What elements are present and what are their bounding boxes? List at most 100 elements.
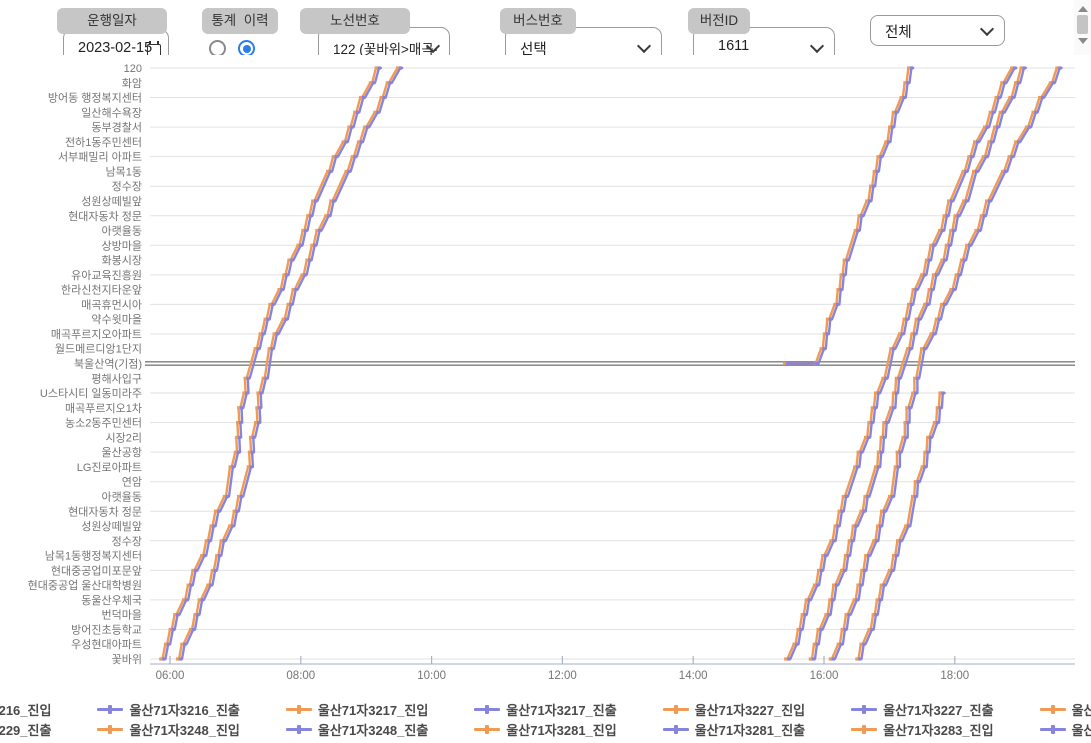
filter-select[interactable]: 전체 xyxy=(870,15,1005,46)
y-axis-stop-label: 동부경찰서 xyxy=(91,121,142,134)
legend-item-label: 울산71자3283_진입 xyxy=(883,720,993,739)
x-axis-tick-label: 06:00 xyxy=(156,670,185,682)
y-axis-stop-label: 우성현대아파트 xyxy=(71,638,142,651)
legend-item[interactable]: 울산71자3248_진입 xyxy=(97,720,239,739)
y-axis-stop-label: 성원상떼빌앞 xyxy=(81,195,142,208)
toolbar-scrollbar[interactable] xyxy=(1074,0,1091,55)
y-axis-stop-label: 방어진초등학교 xyxy=(71,623,142,636)
y-axis-stop-label: 농소2동주민센터 xyxy=(65,417,142,430)
y-axis-stop-label: 꽃바위 xyxy=(112,653,142,666)
legend-line-marker-icon xyxy=(474,708,500,711)
y-axis-stop-label: 울산공항 xyxy=(102,446,142,459)
legend-item[interactable]: 울산71자3216_진입 xyxy=(0,700,51,719)
legend-item-label: 울산71자3248_진입 xyxy=(129,720,239,739)
bus-trajectory-chart: 120화암방어동 행정복지센터일산해수욕장동부경찰서전하1동주민센터서부패밀리 … xyxy=(0,55,1091,700)
y-axis-stop-label: 현대중공업 울산대학병원 xyxy=(28,579,142,592)
legend-line-marker-icon xyxy=(1040,708,1066,711)
bus-field-label: 버스번호 xyxy=(500,8,576,34)
y-axis-stop-label: 약수윗마을 xyxy=(91,312,142,326)
legend-line-marker-icon xyxy=(851,728,877,731)
legend-item[interactable]: 울산71자3283_진입 xyxy=(851,720,993,739)
legend-line-marker-icon xyxy=(286,708,312,711)
radio-statistics[interactable] xyxy=(209,40,226,55)
legend-row: 울산71자3229_진출 울산71자3248_진입 울산71자3248_진출 울산71… xyxy=(0,720,1091,738)
legend-item-label: 울산71자3227_진출 xyxy=(883,700,993,719)
y-axis-stop-label: 월드메르디앙1단지 xyxy=(55,343,142,356)
scroll-down-icon[interactable] xyxy=(1078,38,1088,44)
legend-item[interactable]: 울산71자3227_진출 xyxy=(851,700,993,719)
chevron-down-icon xyxy=(810,39,824,53)
legend-item-label: 울산71자3229_진입 xyxy=(1072,700,1091,719)
mode-option-statistics-label: 통계 xyxy=(211,13,236,28)
y-axis-stop-label: 120 xyxy=(124,63,142,75)
y-axis-stop-label: 현대자동차 정문 xyxy=(68,505,142,518)
y-axis-stop-label: 서부패밀리 아파트 xyxy=(58,151,142,164)
legend-item-label: 울산71자3216_진출 xyxy=(129,700,239,719)
y-axis-stop-label: 매곡휴먼시아 xyxy=(81,298,142,311)
filter-toolbar: 운행일자 2023-02-15 통계 이력 노선번호 122 (꽃바위>매곡· … xyxy=(0,0,1091,55)
scroll-up-icon[interactable] xyxy=(1078,6,1088,12)
legend-item-label: 울산71자3227_진입 xyxy=(695,700,805,719)
route-field-label: 노선번호 xyxy=(300,8,410,34)
legend-item[interactable]: 울산71자3248_진출 xyxy=(286,720,428,739)
y-axis-stop-label: 정수장 xyxy=(112,535,142,548)
y-axis-stop-label: U스타시티 일동미라주 xyxy=(40,386,142,400)
legend-item-label: 울산71자3248_진출 xyxy=(318,720,428,739)
y-axis-stop-label: 일산해수욕장 xyxy=(81,105,142,119)
legend-item-label: 울산71자3216_진입 xyxy=(0,700,51,719)
legend-line-marker-icon xyxy=(97,728,123,731)
calendar-icon[interactable] xyxy=(147,44,161,55)
radio-history[interactable] xyxy=(238,40,255,55)
y-axis-stop-label: 아랫율동 xyxy=(102,225,142,238)
y-axis-stop-label: 유아교육진흥원 xyxy=(71,268,142,282)
legend-item[interactable]: 울산71자3281_진입 xyxy=(474,720,616,739)
y-axis-stop-label: 남목1동행정복지센터 xyxy=(45,550,142,563)
legend-item-label: 울산71자3281_진출 xyxy=(695,720,805,739)
mode-option-history-label: 이력 xyxy=(244,13,269,28)
legend-item[interactable]: 울산71자3217_진출 xyxy=(474,700,616,719)
y-axis-stop-label: 연암 xyxy=(122,476,142,489)
legend-item[interactable]: 울산71자3229_진출 xyxy=(0,720,51,739)
legend-item-label: 울산71자3217_진출 xyxy=(506,700,616,719)
filter-value: 전체 xyxy=(885,21,912,42)
chevron-down-icon xyxy=(980,22,994,36)
legend-item[interactable]: 울산71자3281_진출 xyxy=(663,720,805,739)
trajectory-plot: 120화암방어동 행정복지센터일산해수욕장동부경찰서전하1동주민센터서부패밀리 … xyxy=(0,55,1091,700)
legend-item[interactable]: 울산71자3227_진입 xyxy=(663,700,805,719)
legend-item-label: 울산71자3217_진입 xyxy=(318,700,428,719)
scrollbar-thumb[interactable] xyxy=(1077,15,1088,34)
y-axis-stop-label: 현대자동차 정문 xyxy=(68,210,142,223)
y-axis-stop-label: 평해사입구 xyxy=(91,371,142,385)
x-axis-tick-label: 18:00 xyxy=(940,670,969,682)
legend-item[interactable]: 울산71자3216_진출 xyxy=(97,700,239,719)
route-value: 122 (꽃바위>매곡· xyxy=(333,38,438,55)
x-axis-tick-label: 16:00 xyxy=(810,670,839,682)
mode-field-label: 통계 이력 xyxy=(202,8,278,34)
legend-line-marker-icon xyxy=(851,708,877,711)
y-axis-stop-label: 매곡푸르지오1차 xyxy=(65,402,142,415)
y-axis-stop-label: LG진로아파트 xyxy=(77,461,142,474)
y-axis-stop-label: 현대중공업미포문앞 xyxy=(51,564,142,577)
x-axis-tick-label: 14:00 xyxy=(679,670,708,682)
y-axis-stop-label: 동울산우체국 xyxy=(81,594,142,607)
y-axis-stop-label: 한라신천지타운앞 xyxy=(61,283,142,297)
y-axis-stop-label: 전하1동주민센터 xyxy=(65,135,142,149)
legend-line-marker-icon xyxy=(663,708,689,711)
date-value[interactable]: 2023-02-15 xyxy=(78,40,152,55)
y-axis-stop-label: 시장2리 xyxy=(106,431,142,444)
legend-row: 울산71자3216_진입 울산71자3216_진출 울산71자3217_진입 울산71… xyxy=(0,700,1091,718)
y-axis-stop-label: 정수장 xyxy=(112,180,142,193)
legend-line-marker-icon xyxy=(1040,728,1066,731)
date-field-label: 운행일자 xyxy=(57,8,167,34)
y-axis-stop-label: 성원상떼빌앞 xyxy=(81,520,142,533)
chart-legend: 울산71자3216_진입울산71자3216_진출울산71자3217_진입울산71… xyxy=(0,700,1091,743)
y-axis-stop-label: 상방마을 xyxy=(102,239,142,252)
bus-value: 선택 xyxy=(520,38,547,55)
legend-item[interactable]: 울산71자3229_진입 xyxy=(1040,700,1091,719)
legend-item-label: 울산71자3281_진입 xyxy=(506,720,616,739)
version-field-label: 버전ID xyxy=(688,8,750,34)
legend-item-label: 울산71자3229_진출 xyxy=(0,720,51,739)
legend-item[interactable]: 울산71자3283_진출 xyxy=(1040,720,1091,739)
x-axis-tick-label: 12:00 xyxy=(548,670,577,682)
legend-item[interactable]: 울산71자3217_진입 xyxy=(286,700,428,719)
